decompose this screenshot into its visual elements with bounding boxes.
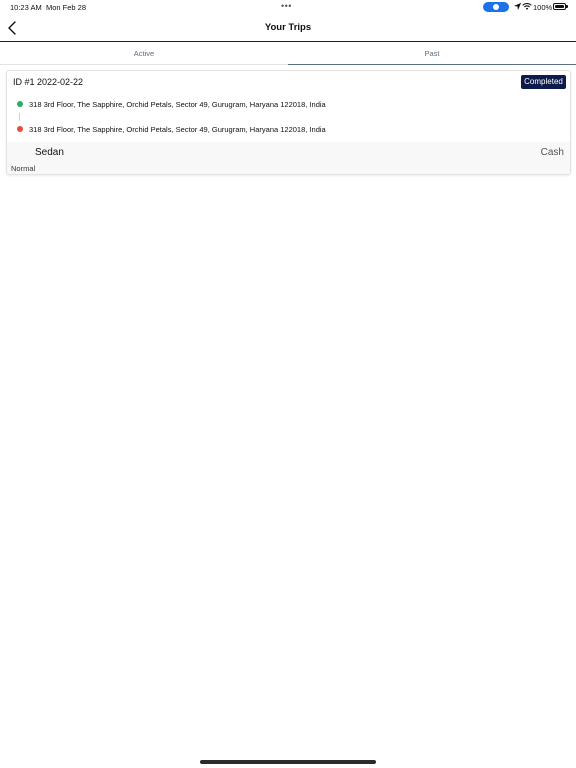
status-time: 10:23 AM [10, 3, 42, 12]
tab-past[interactable]: Past [288, 43, 576, 65]
pickup-address: 318 3rd Floor, The Sapphire, Orchid Peta… [29, 99, 326, 109]
vehicle-section: Sedan Cash Normal [7, 142, 570, 174]
dropoff-address-row: 318 3rd Floor, The Sapphire, Orchid Peta… [17, 123, 326, 135]
dropoff-address: 318 3rd Floor, The Sapphire, Orchid Peta… [29, 124, 326, 134]
pickup-address-row: 318 3rd Floor, The Sapphire, Orchid Peta… [17, 98, 326, 110]
screen-recording-pill[interactable] [483, 2, 509, 12]
nav-header: Your Trips [0, 14, 576, 42]
vehicle-type: Sedan [35, 147, 64, 158]
trip-status-badge: Completed [521, 75, 566, 89]
tab-active[interactable]: Active [0, 43, 288, 64]
trip-card[interactable]: ID #1 2022-02-22 Completed 318 3rd Floor… [6, 70, 571, 175]
trips-screen: 10:23 AM Mon Feb 28 ••• 100% Your Trips [0, 0, 576, 768]
tab-active-label: Active [133, 49, 155, 58]
home-indicator[interactable] [200, 760, 376, 764]
battery-icon [553, 3, 566, 10]
trip-tabs: Active Past [0, 43, 576, 65]
wifi-icon [522, 3, 532, 10]
dropoff-dot-icon [17, 126, 23, 132]
tab-selected-indicator [288, 64, 576, 65]
tab-past-label: Past [424, 49, 440, 58]
page-title: Your Trips [264, 22, 312, 33]
location-arrow-icon [513, 2, 522, 11]
pickup-dot-icon [17, 101, 23, 107]
battery-percentage: 100% [533, 3, 553, 12]
status-bar: 10:23 AM Mon Feb 28 ••• 100% [0, 0, 576, 14]
route-connector [19, 113, 20, 121]
status-date: Mon Feb 28 [46, 3, 87, 12]
battery-cap [566, 5, 568, 8]
ride-category: Normal [11, 164, 36, 173]
multitasking-dots-icon[interactable]: ••• [281, 1, 292, 11]
trip-id: ID #1 2022-02-22 [13, 77, 84, 87]
payment-method: Cash [540, 147, 564, 158]
record-dot-icon [493, 4, 499, 10]
